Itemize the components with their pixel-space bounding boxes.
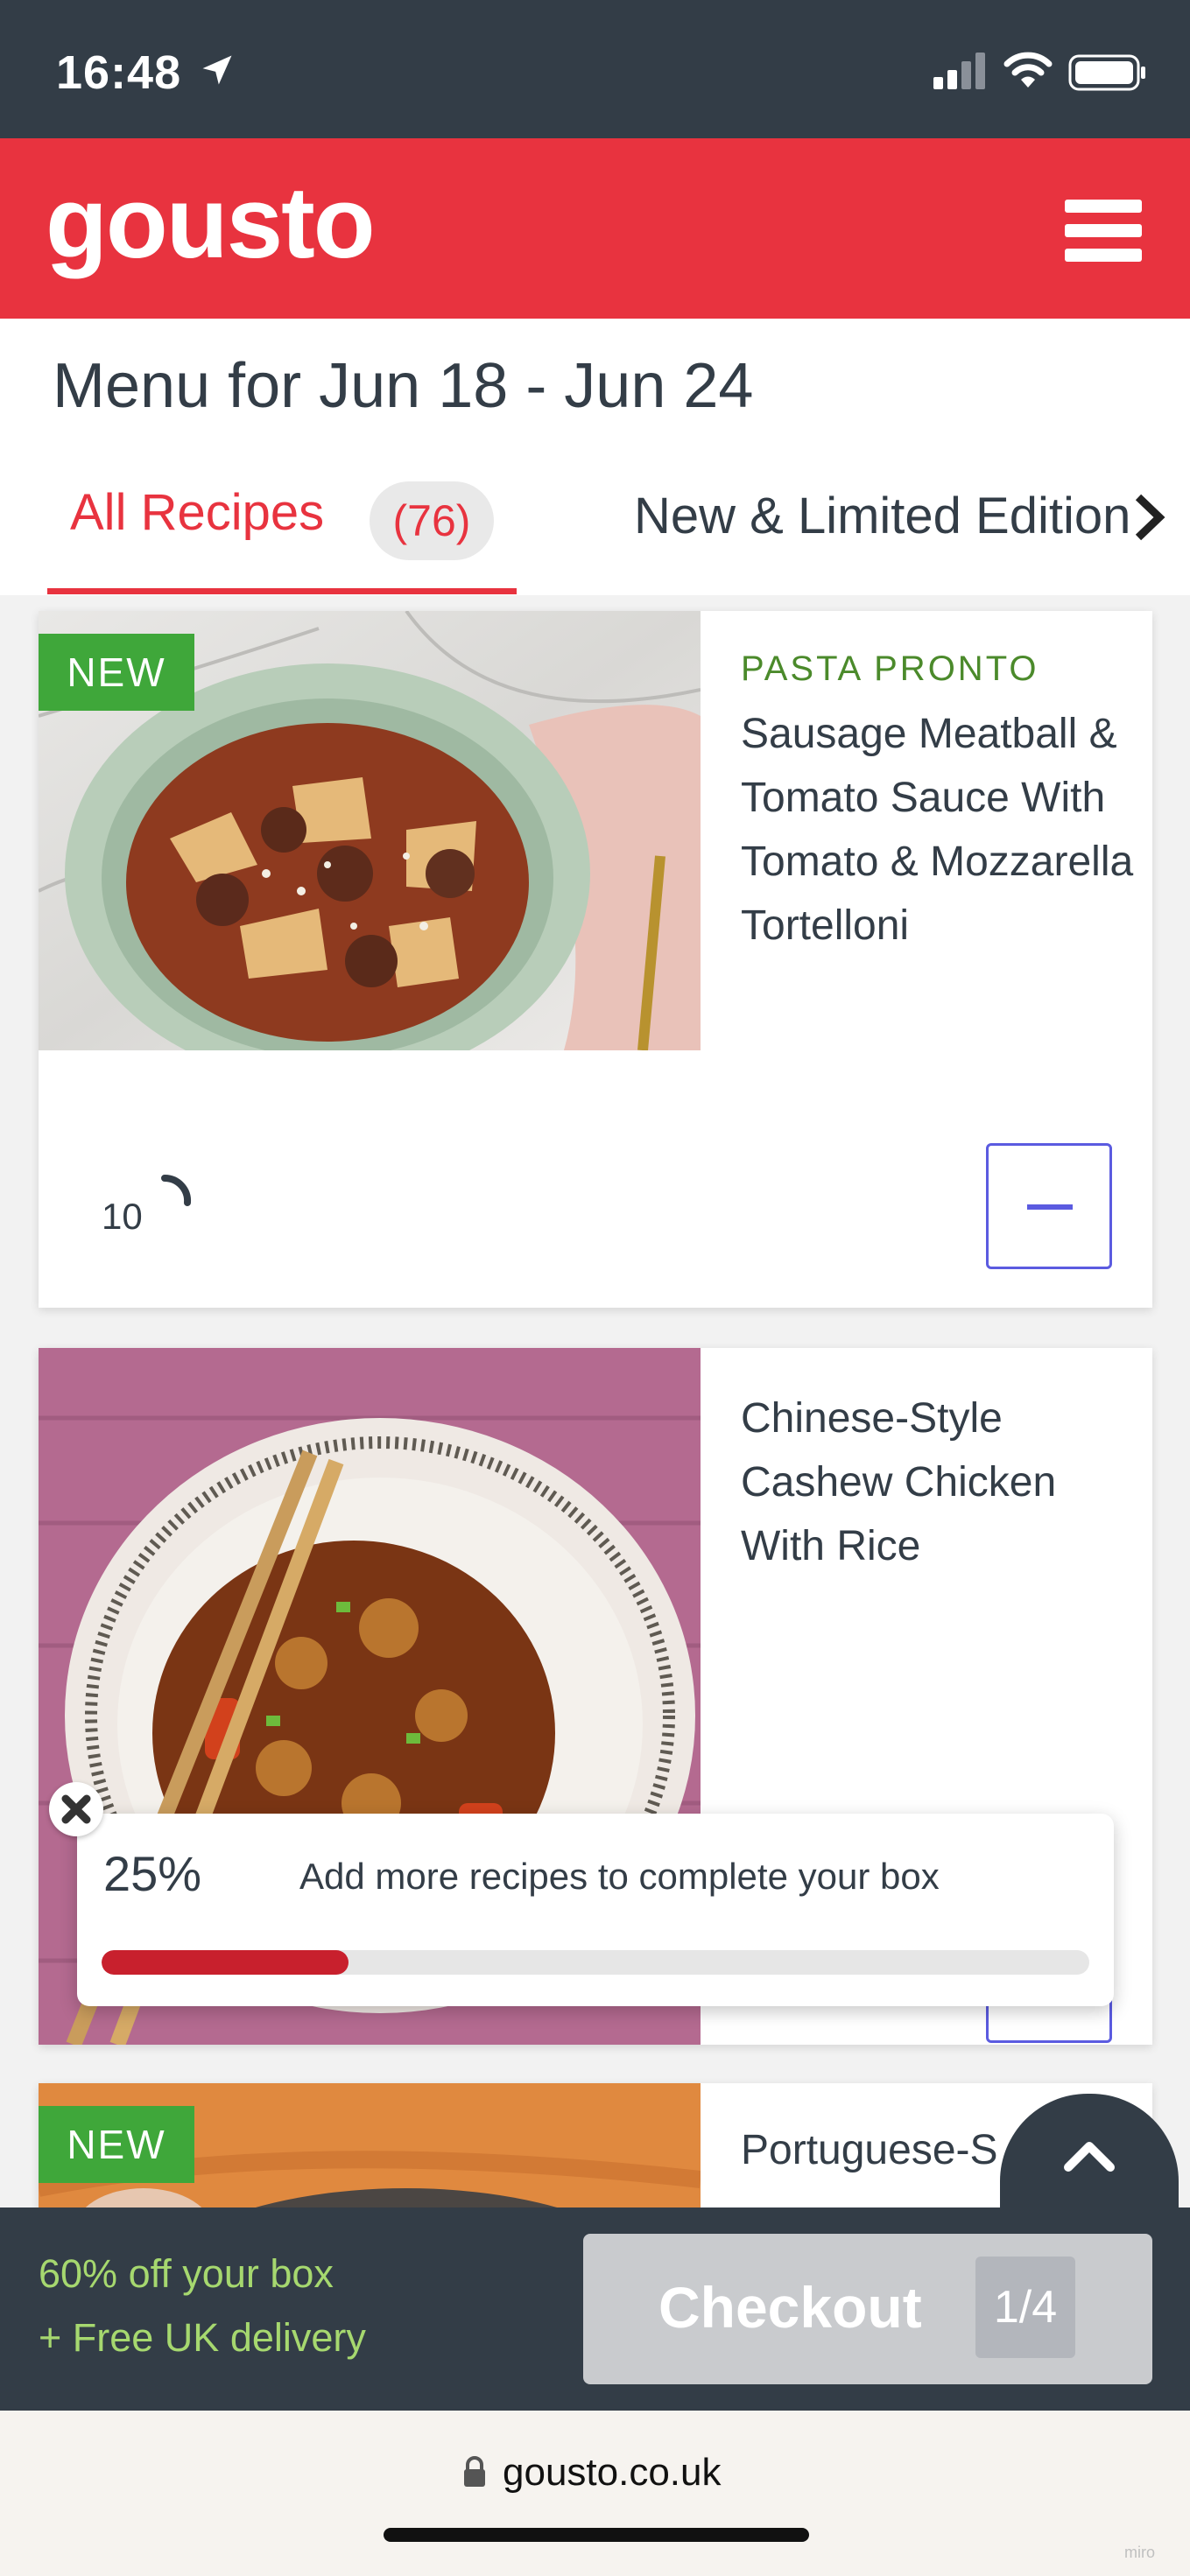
promo-delivery: + Free UK delivery [39,2315,366,2360]
remove-from-box-button[interactable] [986,1143,1112,1269]
page-title: Menu for Jun 18 - Jun 24 [53,351,754,421]
home-indicator[interactable] [384,2528,809,2542]
tab-all-recipes-count: (76) [370,481,494,560]
new-badge: NEW [39,2106,194,2183]
recipe-title[interactable]: Sausage Meatball & Tomato Sauce With Tom… [741,702,1135,958]
lock-icon [464,2456,485,2487]
progress-percent: 25% [103,1846,202,1901]
url-text[interactable]: gousto.co.uk [503,2451,722,2495]
recipe-brand-label: PASTA PRONTO [741,649,1039,688]
new-badge: NEW [39,634,194,711]
active-tab-indicator [47,588,517,594]
gousto-logo[interactable]: gousto [46,172,376,273]
signal-icon [933,53,985,89]
progress-message: Add more recipes to complete your box [299,1856,940,1897]
recipe-card[interactable]: NEW PASTA PRONTO Sausage Meatball & Toma… [39,611,1152,1308]
chevron-up-icon [1064,2142,1115,2172]
close-icon[interactable] [49,1782,103,1836]
box-progress-popup [77,1814,1114,2006]
watermark: miro [1124,2544,1155,2561]
recipe-title[interactable]: Chinese-Style Cashew Chicken With Rice [741,1386,1135,1578]
cook-time: 10 [102,1196,143,1237]
wifi-icon [1003,52,1053,88]
hamburger-menu-icon[interactable] [1065,196,1145,266]
checkout-box-count: 1/4 [975,2257,1075,2358]
location-arrow-icon [202,55,232,85]
chevron-right-icon[interactable] [1131,492,1168,543]
progress-bar [102,1950,1089,1975]
tab-new-limited-edition[interactable]: New & Limited Edition [634,487,1177,545]
battery-icon [1068,54,1145,91]
status-bar: 16:48 [0,0,1190,138]
checkout-label: Checkout [658,2275,922,2340]
tab-all-recipes[interactable]: All Recipes [70,483,324,542]
progress-bar-fill [102,1950,349,1975]
status-time: 16:48 [56,46,182,99]
minus-icon [1027,1204,1073,1210]
promo-discount: 60% off your box [39,2251,334,2296]
